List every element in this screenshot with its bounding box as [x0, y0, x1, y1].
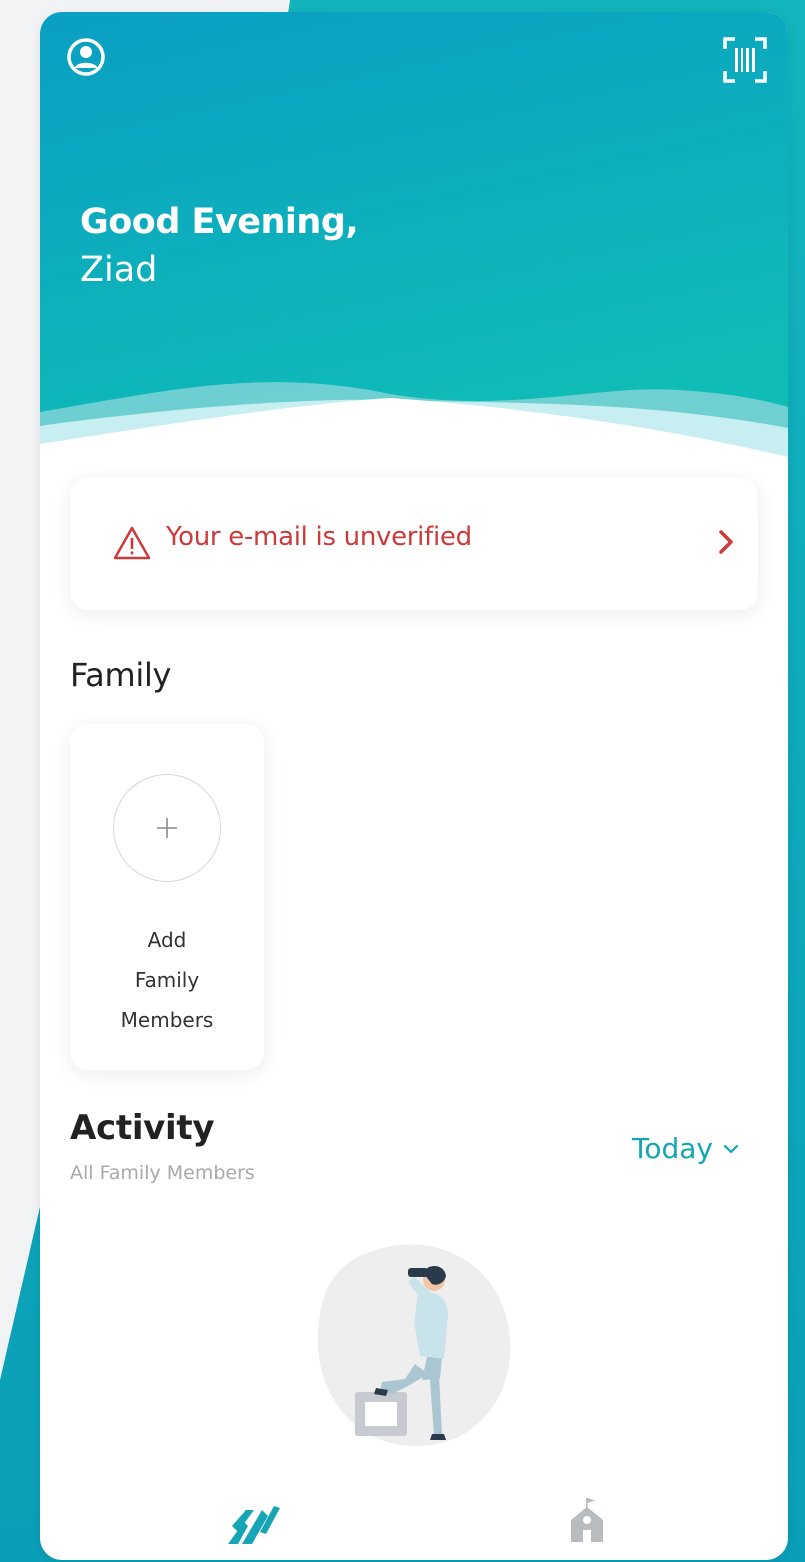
- app-logo-icon: [228, 1506, 280, 1544]
- date-filter-value: Today: [632, 1132, 713, 1165]
- activity-subtitle: All Family Members: [70, 1162, 255, 1184]
- greeting-block: Good Evening, Ziad: [80, 198, 359, 294]
- plus-icon: [157, 818, 177, 838]
- explorer-illustration: [317, 1244, 511, 1447]
- add-family-members-card[interactable]: Add Family Members: [70, 724, 264, 1070]
- tab-school[interactable]: [567, 1496, 607, 1542]
- tab-home[interactable]: [224, 1502, 280, 1546]
- activity-section-title: Activity: [70, 1108, 215, 1148]
- email-unverified-alert[interactable]: Your e-mail is unverified: [70, 478, 758, 610]
- chevron-right-icon: [719, 530, 733, 554]
- family-section-title: Family: [70, 656, 172, 694]
- date-filter-dropdown[interactable]: Today: [632, 1132, 739, 1165]
- header-banner: Good Evening, Ziad: [40, 12, 788, 467]
- add-button-circle: [113, 774, 221, 882]
- school-icon: [571, 1498, 603, 1542]
- barcode-scan-button[interactable]: [723, 37, 767, 83]
- phone-screen: Good Evening, Ziad Your e-mail is unveri…: [40, 12, 788, 1560]
- alert-message: Your e-mail is unverified: [166, 522, 472, 552]
- add-family-members-label: Add Family Members: [120, 928, 214, 1032]
- user-name: Ziad: [80, 250, 158, 290]
- greeting-text: Good Evening,: [80, 202, 359, 242]
- barcode-scan-icon: [723, 37, 767, 83]
- profile-button[interactable]: [66, 37, 106, 77]
- warning-triangle-icon: [113, 526, 151, 560]
- user-circle-icon: [67, 38, 105, 76]
- chevron-down-icon: [723, 1144, 739, 1153]
